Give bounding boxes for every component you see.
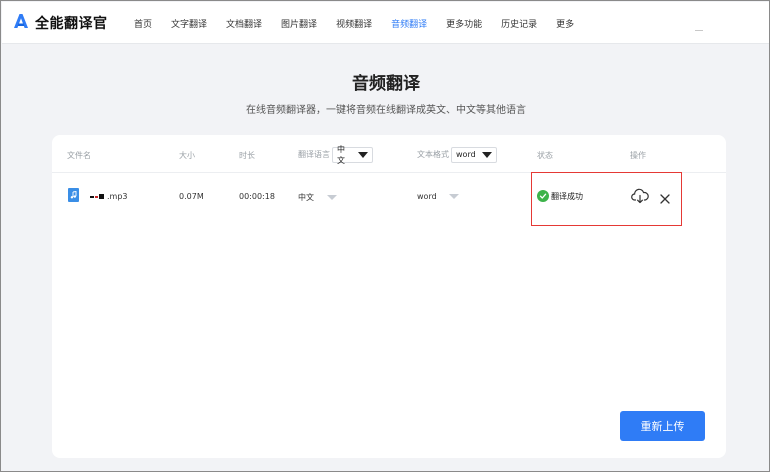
page-title: 音频翻译 — [352, 74, 420, 94]
header-size: 大小 — [179, 151, 195, 160]
row-filename-text: .mp3 — [107, 192, 128, 201]
row-language-value: 中文 — [298, 193, 314, 202]
header-language-label: 翻译语言 — [298, 150, 330, 159]
nav-item-audio-translate[interactable]: 音频翻译 — [391, 17, 427, 30]
top-navbar: 全能翻译官 首页 文字翻译 文档翻译 图片翻译 视频翻译 音频翻译 更多功能 历… — [2, 2, 769, 44]
header-format: 文本格式 word — [417, 146, 497, 163]
row-language-select[interactable]: 中文 — [298, 192, 337, 203]
close-icon[interactable] — [659, 190, 671, 204]
app-window: 全能翻译官 首页 文字翻译 文档翻译 图片翻译 视频翻译 音频翻译 更多功能 历… — [0, 0, 770, 472]
page-subtitle: 在线音频翻译器，一键将音频在线翻译成英文、中文等其他语言 — [246, 105, 526, 116]
logo[interactable]: 全能翻译官 — [13, 12, 108, 34]
table-header: 文件名 大小 时长 翻译语言 中文 文本格式 word 状态 操作 — [52, 135, 726, 173]
chevron-down-icon — [449, 194, 460, 199]
nav-item-home[interactable]: 首页 — [134, 17, 152, 30]
nav-item-more-features[interactable]: 更多功能 — [446, 17, 482, 30]
language-select[interactable]: 中文 — [332, 144, 373, 165]
cloud-download-icon[interactable] — [631, 188, 649, 204]
row-status: 翻译成功 — [537, 190, 583, 202]
header-language: 翻译语言 中文 — [298, 144, 373, 165]
logo-text: 全能翻译官 — [35, 16, 108, 32]
redacted-filename-icon — [90, 193, 106, 200]
nav-item-more[interactable]: 更多 — [556, 17, 574, 30]
reupload-button[interactable]: 重新上传 — [620, 411, 705, 441]
format-select-value: word — [456, 150, 476, 159]
nav-item-video-translate[interactable]: 视频翻译 — [336, 17, 372, 30]
header-actions: 操作 — [630, 151, 646, 160]
main-nav: 首页 文字翻译 文档翻译 图片翻译 视频翻译 音频翻译 更多功能 历史记录 更多 — [134, 2, 593, 44]
header-duration: 时长 — [239, 151, 255, 160]
header-format-label: 文本格式 — [417, 150, 449, 159]
chevron-down-icon — [326, 195, 337, 200]
row-size: 0.07M — [179, 192, 204, 201]
row-filename: .mp3 — [90, 192, 128, 201]
header-filename: 文件名 — [67, 151, 91, 160]
format-select[interactable]: word — [451, 146, 497, 163]
music-file-icon — [68, 188, 79, 202]
language-select-value: 中文 — [337, 144, 345, 165]
nav-item-text-translate[interactable]: 文字翻译 — [171, 17, 207, 30]
nav-item-doc-translate[interactable]: 文档翻译 — [226, 17, 262, 30]
row-format-select[interactable]: word — [417, 192, 460, 201]
check-circle-icon — [537, 190, 549, 202]
logo-a-icon — [13, 13, 29, 33]
row-duration: 00:00:18 — [239, 192, 275, 201]
chevron-down-icon — [358, 151, 368, 158]
nav-item-image-translate[interactable]: 图片翻译 — [281, 17, 317, 30]
header-status: 状态 — [537, 151, 553, 160]
divider — [695, 30, 703, 31]
chevron-down-icon — [482, 151, 492, 158]
status-text: 翻译成功 — [551, 191, 583, 201]
nav-item-history[interactable]: 历史记录 — [501, 17, 537, 30]
row-format-value: word — [417, 192, 437, 201]
